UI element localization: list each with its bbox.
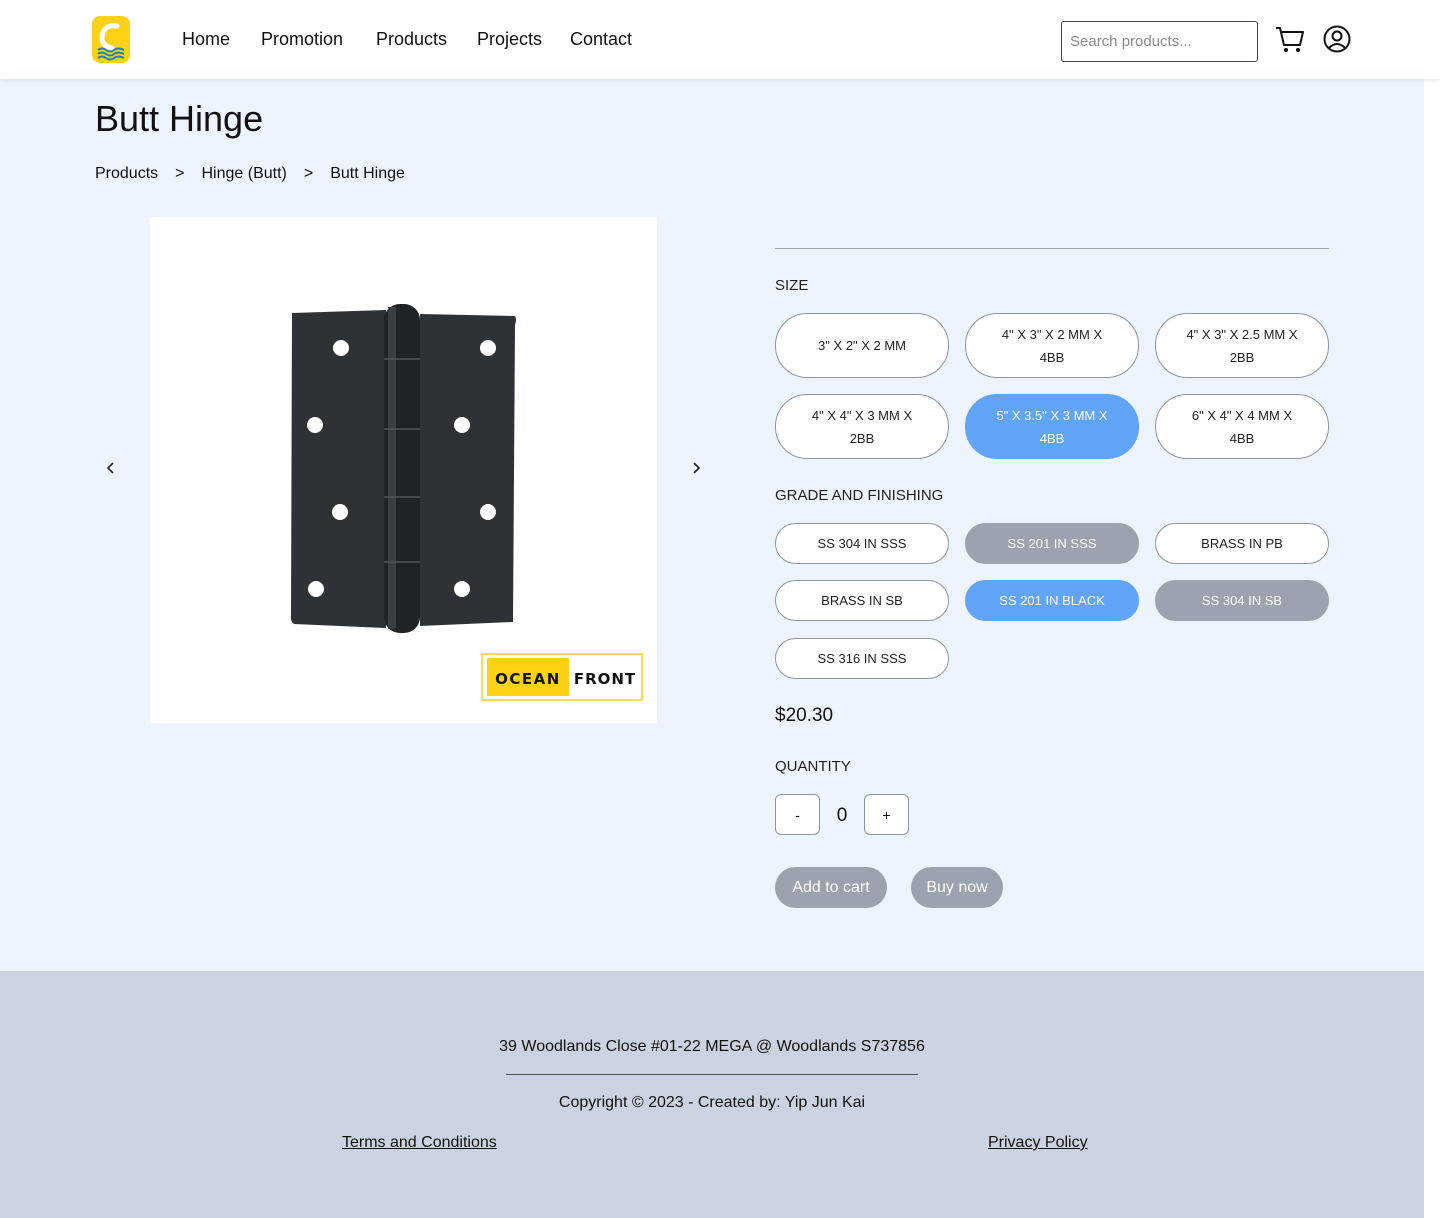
- size-option[interactable]: 4" X 3" X 2.5 MM X 2BB: [1155, 313, 1329, 378]
- buy-now-button[interactable]: Buy now: [911, 867, 1003, 908]
- quantity-value: 0: [836, 805, 848, 826]
- breadcrumb-hinge-butt[interactable]: Hinge (Butt): [201, 165, 286, 183]
- brand-logo-icon[interactable]: [92, 16, 130, 63]
- size-option[interactable]: 5" X 3.5" X 3 MM X 4BB: [965, 394, 1139, 459]
- privacy-link[interactable]: Privacy Policy: [988, 1134, 1088, 1152]
- size-option[interactable]: 4" X 3" X 2 MM X 4BB: [965, 313, 1139, 378]
- brand-badge-right: FRONT: [574, 670, 636, 688]
- grade-option[interactable]: SS 304 IN SSS: [775, 523, 949, 564]
- grade-option[interactable]: SS 304 IN SB: [1155, 580, 1329, 621]
- nav-promotion[interactable]: Promotion: [261, 29, 343, 50]
- breadcrumb-separator: >: [175, 165, 185, 182]
- footer: 39 Woodlands Close #01-22 MEGA @ Woodlan…: [0, 971, 1424, 1218]
- nav-products[interactable]: Products: [376, 29, 447, 50]
- chevron-left-icon[interactable]: [101, 458, 121, 478]
- footer-address: 39 Woodlands Close #01-22 MEGA @ Woodlan…: [499, 1038, 925, 1055]
- product-image: OCEAN FRONT: [150, 217, 657, 723]
- grade-option[interactable]: BRASS IN PB: [1155, 523, 1329, 564]
- page-title: Butt Hinge: [95, 98, 264, 139]
- breadcrumb-separator: >: [303, 165, 314, 182]
- cart-icon[interactable]: [1274, 23, 1306, 55]
- footer-copyright: Copyright © 2023 - Created by: Yip Jun K…: [558, 1094, 866, 1111]
- options-divider: [775, 248, 1329, 249]
- size-option[interactable]: 3" X 2" X 2 MM: [775, 313, 949, 378]
- footer-divider: [506, 1074, 918, 1075]
- grade-option[interactable]: SS 201 IN BLACK: [965, 580, 1139, 621]
- user-circle-icon[interactable]: [1321, 23, 1353, 55]
- breadcrumb: Products > Hinge (Butt) > Butt Hinge: [95, 165, 405, 183]
- grade-option[interactable]: BRASS IN SB: [775, 580, 949, 621]
- terms-link[interactable]: Terms and Conditions: [342, 1134, 497, 1152]
- nav-contact[interactable]: Contact: [570, 29, 632, 50]
- grade-label: GRADE AND FINISHING: [775, 487, 944, 504]
- search-input[interactable]: [1061, 21, 1258, 62]
- grade-option[interactable]: SS 316 IN SSS: [775, 638, 949, 679]
- nav-home[interactable]: Home: [182, 29, 230, 50]
- top-navbar: Home Promotion Products Projects Contact: [0, 0, 1440, 79]
- size-label: SIZE: [775, 277, 809, 294]
- nav-projects[interactable]: Projects: [477, 29, 542, 50]
- breadcrumb-current: Butt Hinge: [330, 165, 405, 182]
- chevron-right-icon[interactable]: [686, 458, 706, 478]
- grade-option[interactable]: SS 201 IN SSS: [965, 523, 1139, 564]
- quantity-label: QUANTITY: [775, 758, 851, 775]
- butt-hinge-image: OCEAN FRONT: [290, 304, 643, 701]
- breadcrumb-products[interactable]: Products: [95, 165, 158, 183]
- brand-badge-left: OCEAN: [495, 670, 561, 688]
- quantity-decrement-button[interactable]: -: [775, 794, 820, 835]
- size-option[interactable]: 4" X 4" X 3 MM X 2BB: [775, 394, 949, 459]
- add-to-cart-button[interactable]: Add to cart: [775, 867, 887, 908]
- quantity-increment-button[interactable]: +: [864, 794, 909, 835]
- price: $20.30: [775, 705, 834, 726]
- size-option[interactable]: 6" X 4" X 4 MM X 4BB: [1155, 394, 1329, 459]
